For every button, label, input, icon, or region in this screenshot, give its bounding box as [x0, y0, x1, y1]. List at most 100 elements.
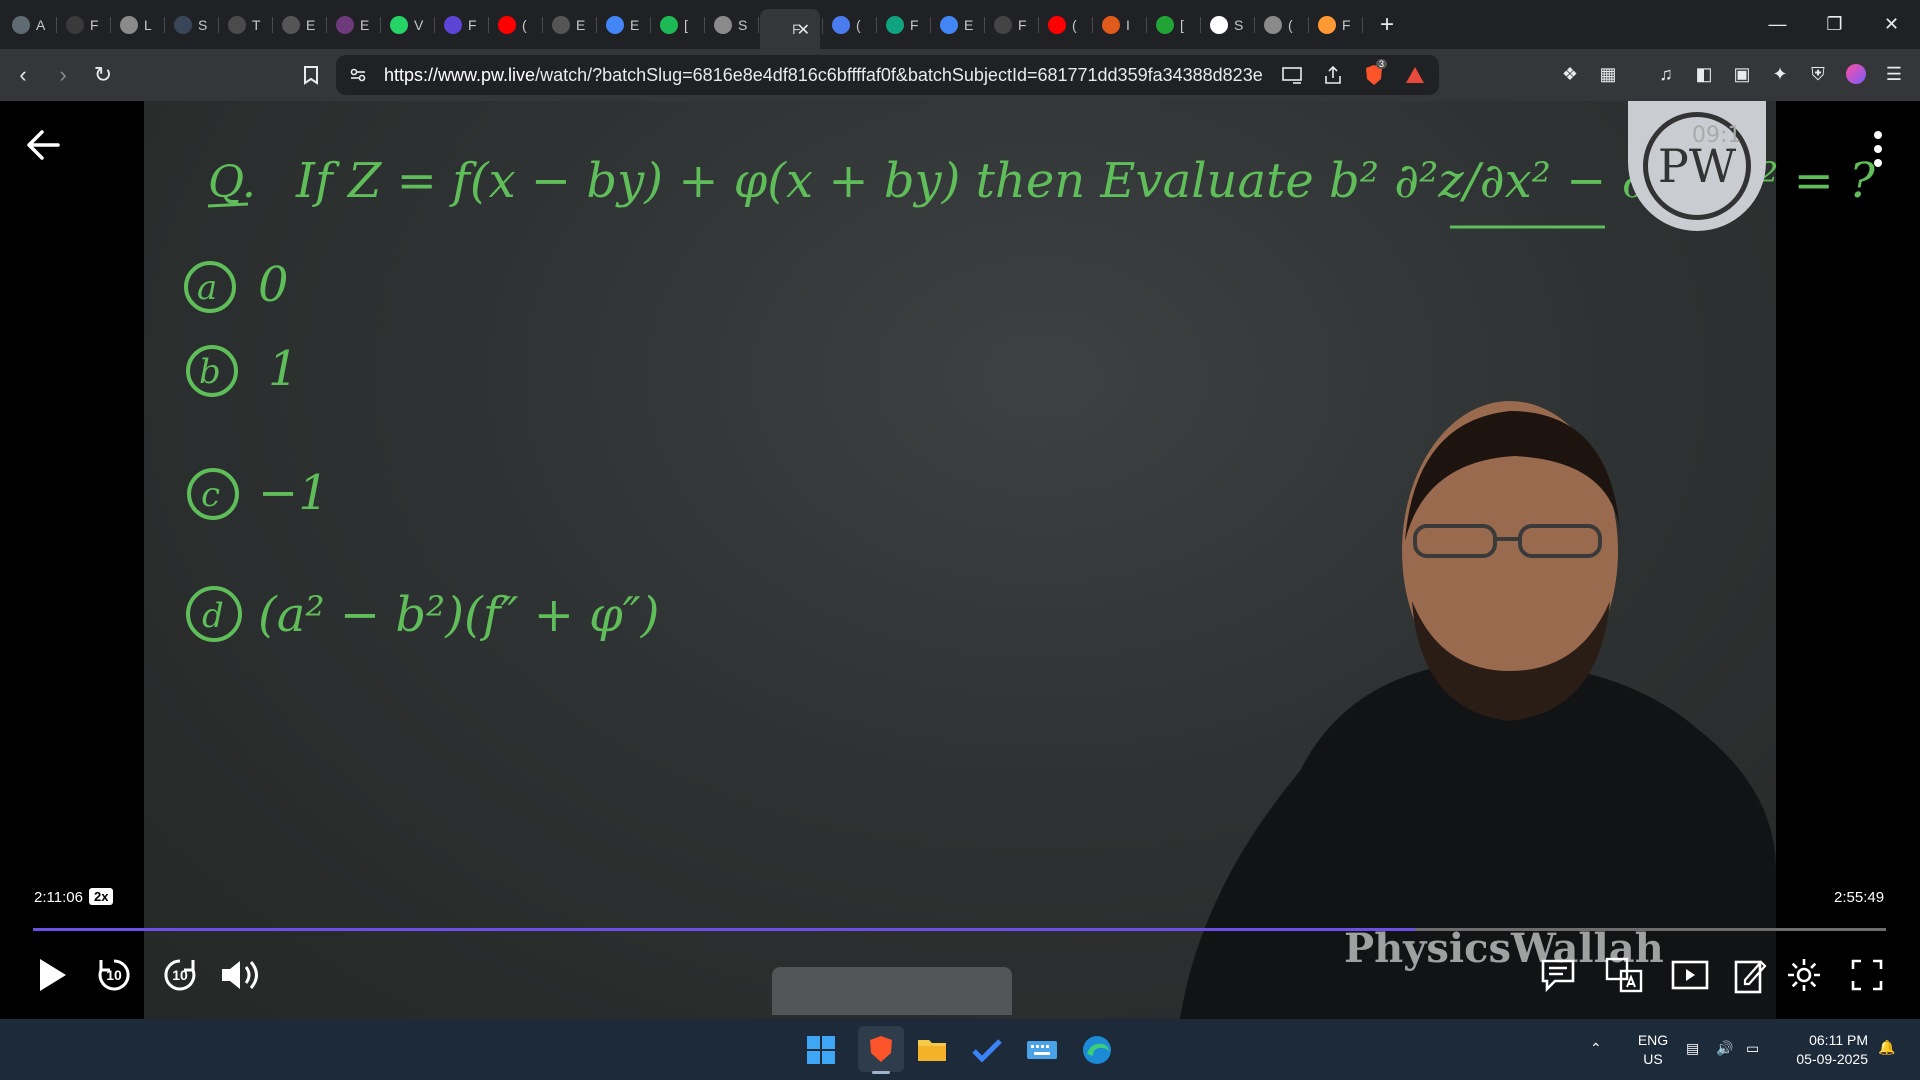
chatgpt-icon [886, 15, 904, 34]
tab-title: ( [1288, 16, 1293, 33]
leo-ai-icon[interactable]: ✦ [1766, 60, 1794, 88]
more-options-icon[interactable] [1866, 129, 1890, 169]
browser-tab[interactable]: V [382, 8, 435, 42]
notifications-icon[interactable]: 🔔 [1878, 1038, 1895, 1057]
settings-gear-icon[interactable] [1782, 953, 1826, 997]
browser-tab[interactable]: E [932, 8, 985, 42]
tab-title: L [144, 16, 152, 33]
tab-title: ( [856, 16, 861, 33]
chat-icon[interactable] [1536, 953, 1580, 997]
browser-tab[interactable]: F [986, 8, 1039, 42]
notes-icon[interactable] [1728, 953, 1772, 997]
url-text[interactable]: https://www.pw.live/watch/?batchSlug=681… [384, 65, 1264, 86]
reload-icon[interactable]: ↻ [86, 58, 120, 92]
browser-tab[interactable]: E [598, 8, 651, 42]
browser-tab[interactable]: T [220, 8, 273, 42]
browser-tab[interactable]: F [878, 8, 931, 42]
address-bar[interactable]: https://www.pw.live/watch/?batchSlug=681… [336, 55, 1439, 95]
play-icon[interactable] [30, 953, 74, 997]
browser-tab[interactable]: S [166, 8, 219, 42]
browser-tab[interactable]: E [328, 8, 381, 42]
browser-tab[interactable]: F [436, 8, 489, 42]
extensions-icon[interactable]: ❖ [1556, 60, 1584, 88]
instructor-figure [1180, 401, 1776, 1019]
todo-icon[interactable] [968, 1031, 1006, 1069]
slides-icon[interactable] [1668, 953, 1712, 997]
tab-title: T [252, 16, 261, 33]
tab-title: S [738, 16, 748, 33]
back-icon[interactable]: ‹ [6, 58, 40, 92]
browser-tab[interactable]: ( [490, 8, 543, 42]
windows-start-icon[interactable] [802, 1031, 840, 1069]
clock-time: 06:11 PM [1809, 1032, 1868, 1048]
tab-title: E [360, 16, 370, 33]
media-icon[interactable]: ♫ [1652, 60, 1680, 88]
share-icon[interactable] [1322, 64, 1344, 91]
browser-tab[interactable]: ( [824, 8, 877, 42]
sidebar-icon[interactable]: ◧ [1690, 60, 1718, 88]
speaker-icon[interactable]: 🔊 [1716, 1039, 1733, 1058]
volume-icon[interactable] [218, 953, 262, 997]
restore-icon[interactable]: ❐ [1806, 0, 1863, 49]
browser-tab[interactable]: [ [652, 8, 705, 42]
browser-tab[interactable]: E [544, 8, 597, 42]
profile-icon[interactable] [1842, 60, 1870, 88]
translate-icon[interactable] [1602, 953, 1646, 997]
new-tab-icon[interactable]: + [1372, 11, 1402, 39]
tab-title: F [468, 16, 477, 33]
tab-title: ( [522, 16, 527, 33]
bitcoin-icon [66, 15, 84, 34]
tab-title: I [1126, 16, 1130, 33]
close-window-icon[interactable]: ✕ [1863, 0, 1920, 49]
battery-icon[interactable]: ▭ [1746, 1039, 1759, 1058]
option-b-text: 1 [268, 341, 299, 397]
site-settings-icon[interactable] [348, 65, 368, 90]
tab-title: F [1018, 16, 1027, 33]
vpn-icon[interactable]: ⛨ [1804, 60, 1832, 88]
keyboard-icon[interactable] [1023, 1031, 1061, 1069]
browser-tab[interactable]: ( [1040, 8, 1093, 42]
network-icon[interactable]: ▤ [1686, 1039, 1699, 1058]
brave-rewards-icon[interactable] [1404, 64, 1426, 91]
wallet-icon[interactable]: ▣ [1728, 60, 1756, 88]
browser-tab[interactable]: E [274, 8, 327, 42]
tab-title: [ [1180, 16, 1184, 33]
browser-tab[interactable]: A [4, 8, 57, 42]
forward-10-icon[interactable]: 10 [158, 953, 202, 997]
tray-overflow-icon[interactable]: ⌃ [1590, 1039, 1602, 1058]
bookmark-icon[interactable] [294, 58, 328, 92]
file-explorer-icon[interactable] [913, 1031, 951, 1069]
browser-tab[interactable]: I [1094, 8, 1147, 42]
browser-tab[interactable]: S [706, 8, 759, 42]
fullscreen-icon[interactable] [1845, 953, 1889, 997]
playback-speed[interactable]: 2x [89, 888, 114, 905]
clock[interactable]: 06:11 PM 05-09-2025 [1784, 1031, 1868, 1069]
browser-tab[interactable]: [ [1148, 8, 1201, 42]
globe-icon [714, 15, 732, 34]
browser-tab[interactable]: ( [1256, 8, 1309, 42]
rewind-10-icon[interactable]: 10 [92, 953, 136, 997]
edge-icon[interactable] [1078, 1031, 1116, 1069]
menu-icon[interactable]: ☰ [1880, 60, 1908, 88]
browser-tab[interactable]: F [58, 8, 111, 42]
reader-mode-icon[interactable]: ▦ [1594, 60, 1622, 88]
tab-title: E [630, 16, 640, 33]
language-indicator[interactable]: ENG US [1634, 1031, 1672, 1069]
video-player[interactable]: Q. If Z = f(x − by) + φ(x + by) then Eva… [0, 101, 1920, 1019]
forward-icon[interactable]: › [46, 58, 80, 92]
india-flag-icon [1318, 15, 1336, 34]
clock-date: 05-09-2025 [1796, 1051, 1868, 1067]
minimize-icon[interactable]: — [1749, 0, 1806, 49]
cast-icon[interactable] [1281, 64, 1303, 91]
close-tab-icon[interactable]: ✕ [797, 20, 810, 40]
option-d-text: (a² − b²)(f″ + φ″) [258, 587, 659, 643]
brave-shields-icon[interactable]: 3 [1362, 59, 1388, 92]
progress-bar[interactable] [33, 928, 1886, 931]
brave-taskbar-icon[interactable] [858, 1026, 904, 1074]
browser-tab[interactable]: F [1310, 8, 1363, 42]
browser-tab[interactable]: L [112, 8, 165, 42]
back-arrow-icon[interactable] [22, 123, 66, 167]
ball-icon [1102, 15, 1120, 34]
browser-tab[interactable]: F ✕ [760, 9, 823, 49]
browser-tab[interactable]: S [1202, 8, 1255, 42]
